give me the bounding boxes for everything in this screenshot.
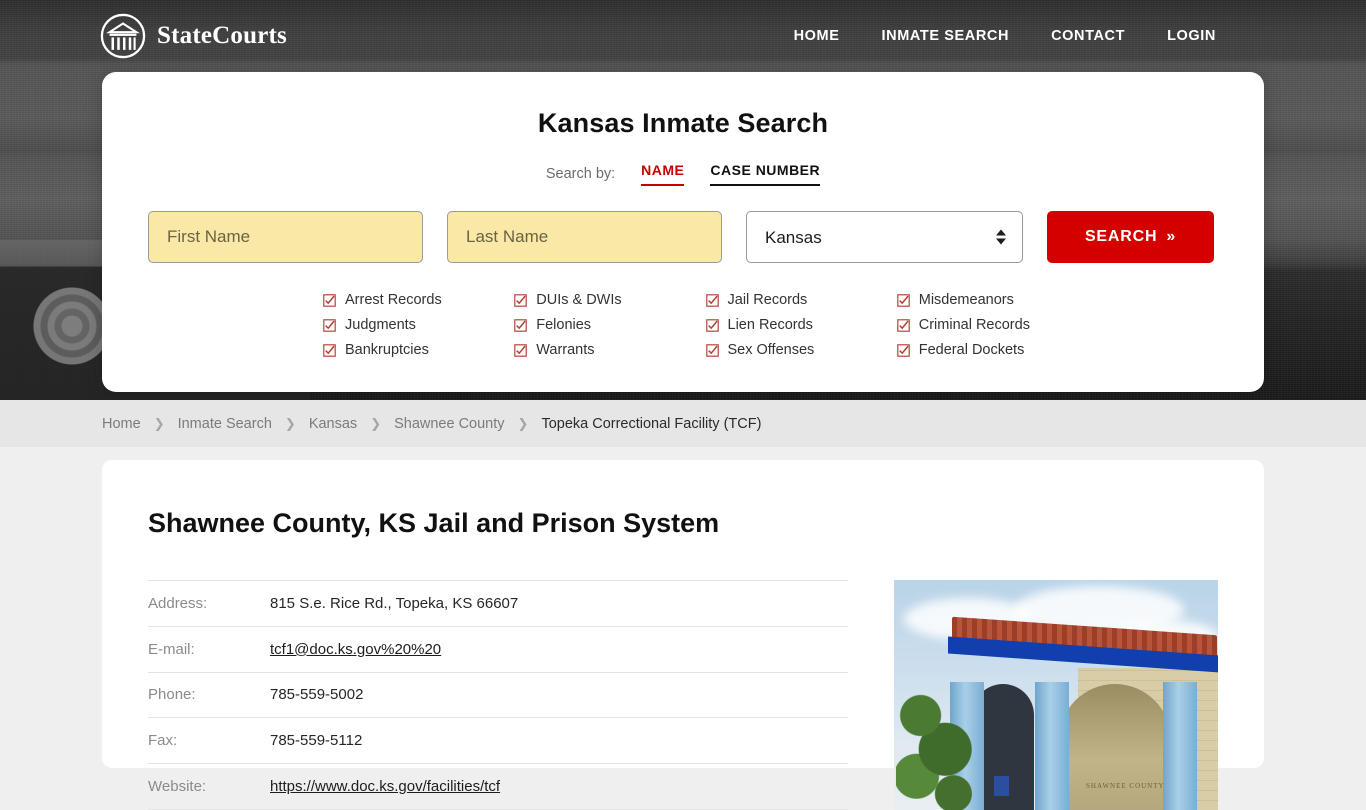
page-title: Shawnee County, KS Jail and Prison Syste…	[148, 508, 720, 538]
detail-value: tcf1@doc.ks.gov%20%20	[270, 626, 848, 673]
category-item[interactable]: Judgments	[323, 317, 514, 333]
breadcrumb-item-current: Topeka Correctional Facility (TCF)	[541, 415, 762, 432]
category-label: Criminal Records	[918, 317, 1030, 333]
chevron-right-icon: ❯	[153, 415, 165, 431]
detail-label: Website:	[148, 763, 270, 810]
checked-box-icon	[323, 343, 336, 357]
facility-content-card: Shawnee County, KS Jail and Prison Syste…	[102, 460, 1264, 810]
checked-box-icon	[514, 318, 528, 332]
breadcrumb-item-home[interactable]: Home	[102, 416, 141, 432]
checked-box-icon	[896, 343, 910, 357]
courthouse-logo-icon	[100, 13, 146, 59]
double-chevron-right-icon: »	[1166, 228, 1177, 245]
photo-arch	[1059, 684, 1171, 810]
chevron-right-icon: ❯	[284, 415, 296, 431]
facility-photo: SHAWNEE COUNTY	[894, 580, 1218, 810]
checked-box-icon	[896, 318, 910, 332]
category-item[interactable]: Sex Offenses	[705, 342, 897, 358]
photo-sign-plate	[994, 776, 1009, 796]
photo-column	[1163, 682, 1197, 810]
detail-value: 785-559-5112	[270, 717, 848, 765]
email-link[interactable]: tcf1@doc.ks.gov%20%20	[270, 641, 441, 658]
checked-box-icon	[896, 293, 910, 307]
brand-name: StateCourts	[157, 22, 287, 49]
category-label: Sex Offenses	[727, 342, 815, 358]
category-label: Judgments	[345, 317, 416, 333]
checked-box-icon	[705, 293, 719, 307]
state-select-wrapper: Kansas	[746, 211, 1023, 263]
breadcrumb-item-shawnee-county[interactable]: Shawnee County	[394, 416, 504, 432]
detail-label: Address:	[148, 580, 270, 627]
detail-label: Phone:	[148, 672, 270, 719]
search-by-label: Search by:	[545, 166, 616, 182]
category-label: Jail Records	[727, 292, 808, 308]
photo-building-sign: SHAWNEE COUNTY	[1086, 782, 1165, 790]
category-label: Lien Records	[727, 317, 813, 333]
search-button[interactable]: SEARCH »	[1047, 211, 1214, 263]
breadcrumb-item-inmate-search[interactable]: Inmate Search	[178, 416, 272, 432]
nav-item-home[interactable]: HOME	[794, 28, 840, 44]
category-item[interactable]: Warrants	[514, 342, 705, 358]
table-row: E-mail: tcf1@doc.ks.gov%20%20	[148, 626, 848, 673]
category-item[interactable]: Arrest Records	[323, 292, 514, 308]
table-row: Phone: 785-559-5002	[148, 672, 848, 719]
breadcrumb-item-kansas[interactable]: Kansas	[309, 416, 357, 432]
detail-label: E-mail:	[148, 626, 270, 673]
breadcrumb: Home ❯ Inmate Search ❯ Kansas ❯ Shawnee …	[0, 400, 1366, 447]
tab-name[interactable]: NAME	[641, 162, 685, 186]
checked-box-icon	[323, 318, 336, 332]
category-item[interactable]: Felonies	[514, 317, 705, 333]
category-item[interactable]: Jail Records	[705, 292, 897, 308]
search-by-row: Search by: NAME CASE NUMBER	[148, 162, 1218, 186]
facility-details-table: Address: 815 S.e. Rice Rd., Topeka, KS 6…	[148, 580, 848, 810]
checked-box-icon	[514, 293, 528, 307]
category-item[interactable]: Bankruptcies	[323, 342, 514, 358]
category-label: Misdemeanors	[918, 292, 1014, 308]
website-link[interactable]: https://www.doc.ks.gov/facilities/tcf	[270, 778, 500, 795]
record-categories: Arrest Records DUIs & DWIs Jail Records …	[148, 292, 1218, 358]
category-label: Felonies	[536, 317, 592, 333]
detail-value: 785-559-5002	[270, 672, 848, 719]
table-row: Fax: 785-559-5112	[148, 717, 848, 765]
first-name-input[interactable]	[148, 211, 423, 263]
hero-section: COURTHOUSE StateCourts HOME INMATE SEARC…	[0, 0, 1366, 400]
detail-label: Fax:	[148, 717, 270, 765]
chevron-right-icon: ❯	[517, 415, 529, 431]
inmate-search-card: Kansas Inmate Search Search by: NAME CAS…	[102, 72, 1264, 392]
category-label: Arrest Records	[345, 292, 442, 308]
checked-box-icon	[705, 343, 719, 357]
main-nav: HOME INMATE SEARCH CONTACT LOGIN	[794, 28, 1216, 44]
state-select[interactable]: Kansas	[746, 211, 1023, 263]
nav-item-inmate-search[interactable]: INMATE SEARCH	[882, 28, 1010, 44]
photo-column	[1035, 682, 1069, 810]
category-item[interactable]: Misdemeanors	[896, 292, 1088, 308]
search-form: Kansas SEARCH »	[148, 211, 1218, 263]
tab-case-number[interactable]: CASE NUMBER	[710, 162, 821, 186]
checked-box-icon	[705, 318, 719, 332]
facility-body: Address: 815 S.e. Rice Rd., Topeka, KS 6…	[148, 580, 1218, 810]
search-card-title: Kansas Inmate Search	[537, 108, 829, 138]
nav-item-contact[interactable]: CONTACT	[1051, 28, 1125, 44]
search-button-label: SEARCH	[1084, 228, 1158, 245]
last-name-input[interactable]	[447, 211, 722, 263]
category-label: Bankruptcies	[345, 342, 429, 358]
photo-tree	[896, 675, 978, 810]
detail-value: 815 S.e. Rice Rd., Topeka, KS 66607	[270, 580, 848, 627]
nav-item-login[interactable]: LOGIN	[1167, 28, 1216, 44]
category-item[interactable]: Criminal Records	[896, 317, 1088, 333]
category-item[interactable]: Lien Records	[705, 317, 897, 333]
category-item[interactable]: DUIs & DWIs	[514, 292, 705, 308]
checked-box-icon	[323, 293, 336, 307]
category-label: DUIs & DWIs	[536, 292, 622, 308]
category-label: Warrants	[536, 342, 595, 358]
chevron-right-icon: ❯	[370, 415, 382, 431]
detail-value: https://www.doc.ks.gov/facilities/tcf	[270, 763, 848, 810]
checked-box-icon	[514, 343, 528, 357]
table-row: Website: https://www.doc.ks.gov/faciliti…	[148, 763, 848, 810]
category-label: Federal Dockets	[918, 342, 1025, 358]
category-item[interactable]: Federal Dockets	[896, 342, 1088, 358]
brand[interactable]: StateCourts	[100, 13, 287, 59]
site-header: StateCourts HOME INMATE SEARCH CONTACT L…	[0, 0, 1366, 72]
table-row: Address: 815 S.e. Rice Rd., Topeka, KS 6…	[148, 580, 848, 627]
